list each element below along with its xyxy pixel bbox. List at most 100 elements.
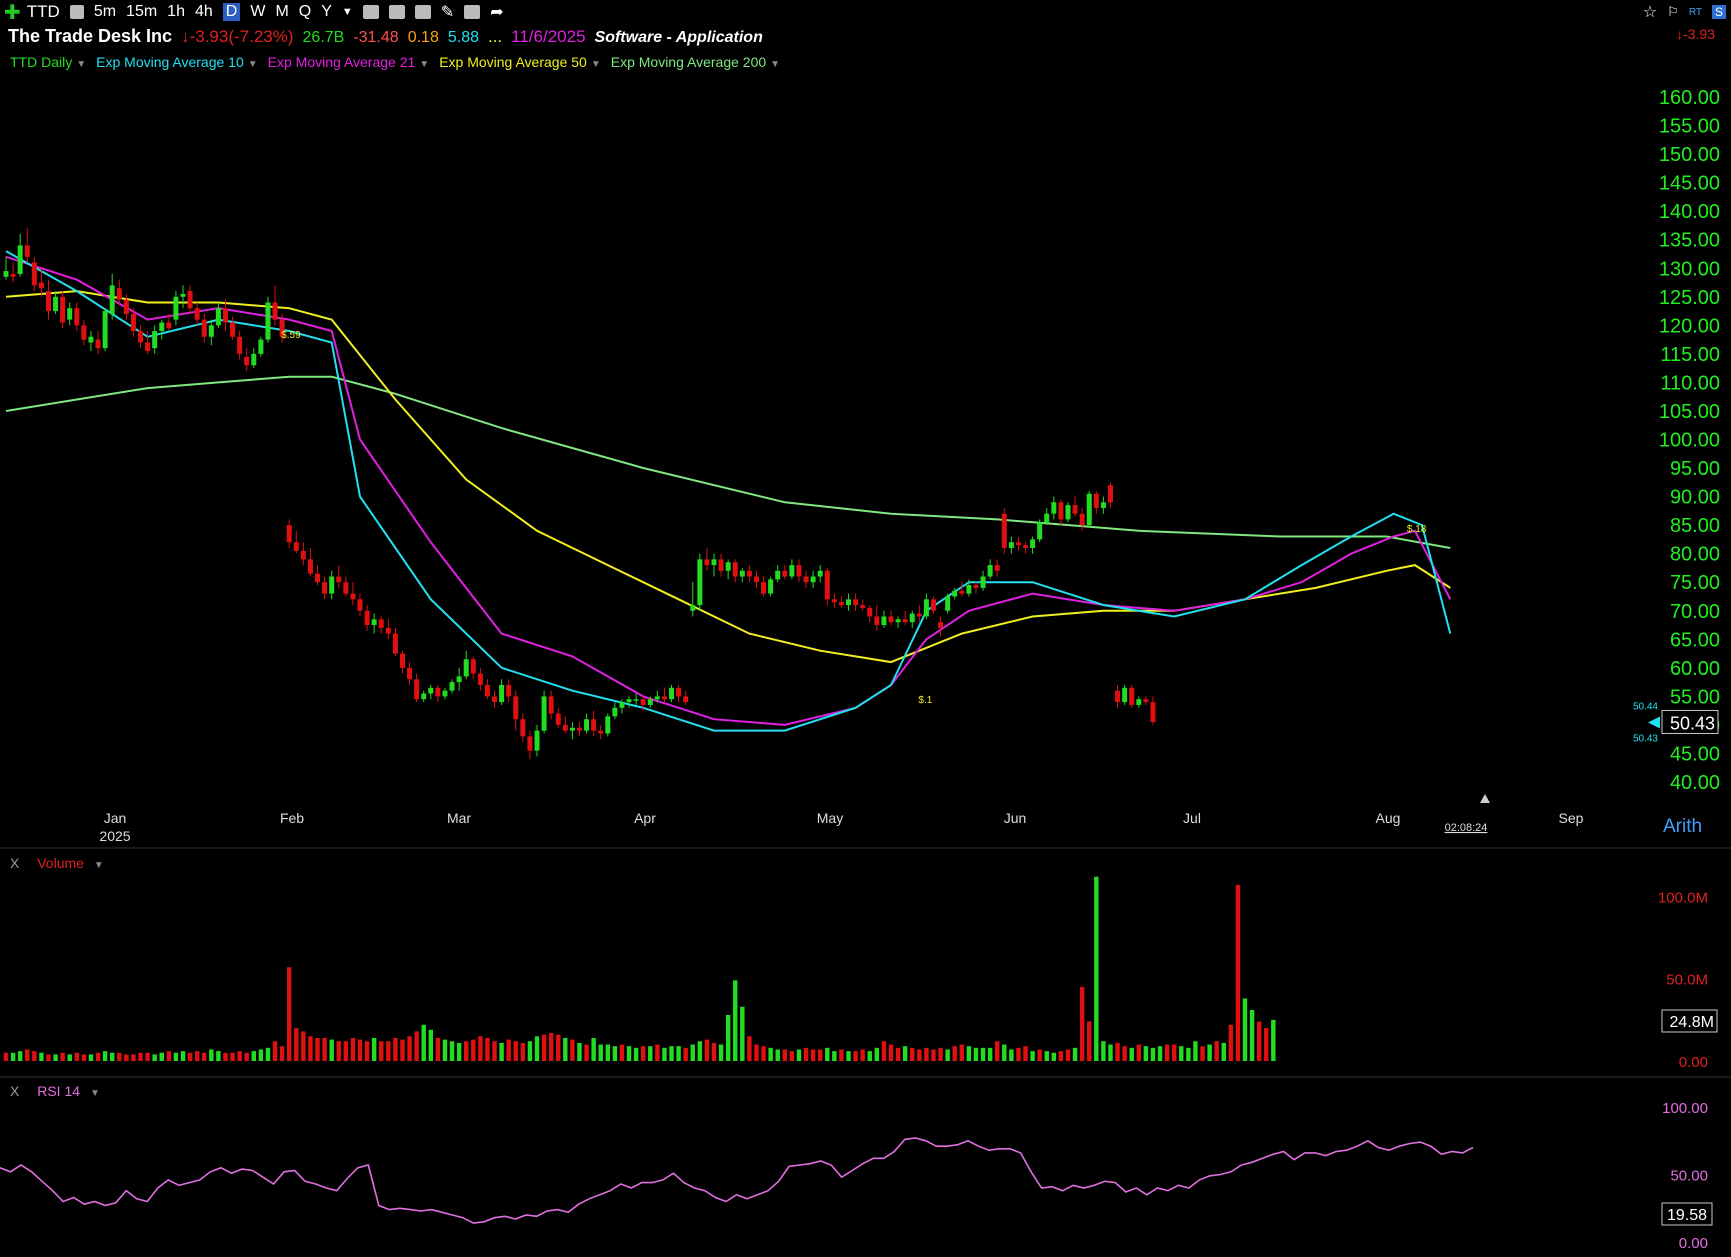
candle: [88, 336, 94, 343]
volume-tick-label: 100.0M: [1658, 889, 1708, 906]
price-tick-label: 70.00: [1670, 601, 1720, 623]
volume-bar: [513, 1041, 518, 1061]
volume-bar: [612, 1046, 618, 1061]
volume-bar: [1087, 1021, 1092, 1061]
volume-bar: [124, 1054, 129, 1061]
candle: [513, 696, 519, 720]
volume-bar: [1164, 1044, 1170, 1061]
volume-bar: [1002, 1044, 1007, 1061]
candle: [987, 565, 993, 577]
volume-bar: [1115, 1042, 1120, 1061]
candle: [138, 331, 144, 343]
volume-bar: [67, 1054, 72, 1061]
volume-bar: [548, 1033, 554, 1061]
price-tick-label: 125.00: [1659, 287, 1720, 309]
candle: [683, 696, 689, 703]
candle: [739, 570, 745, 577]
volume-bar: [810, 1049, 816, 1061]
volume-bar: [379, 1041, 384, 1061]
volume-bar: [541, 1034, 547, 1061]
candle: [782, 570, 788, 577]
price-tick-label: 80.00: [1670, 544, 1720, 566]
month-tick-label: Jul: [1183, 810, 1201, 826]
candle: [973, 585, 979, 588]
volume-bar: [1108, 1044, 1113, 1061]
candle: [484, 684, 490, 697]
chart-canvas[interactable]: $.59 $.1 $.18 160.00 155.00 150.00 145.00 140.…: [0, 0, 1731, 1257]
volume-bar: [10, 1052, 16, 1061]
candle: [1072, 505, 1078, 514]
volume-bar: [860, 1049, 865, 1061]
volume-bar: [421, 1024, 426, 1061]
candle: [1015, 542, 1021, 546]
volume-bar: [60, 1052, 65, 1061]
volume-bar: [1179, 1046, 1184, 1061]
candle: [860, 605, 866, 608]
candle: [1100, 502, 1106, 508]
candle: [647, 699, 653, 705]
volume-bar: [244, 1052, 249, 1061]
volume-bar: [1072, 1047, 1078, 1061]
candle: [180, 293, 186, 297]
candle: [640, 699, 646, 705]
volume-bar: [747, 1036, 752, 1061]
volume-bar: [265, 1047, 271, 1061]
rsi-pane: [0, 1137, 1474, 1224]
candle: [732, 562, 738, 577]
volume-bar: [718, 1044, 724, 1061]
volume-bar: [414, 1031, 419, 1061]
candle: [378, 619, 384, 628]
volume-bar: [407, 1036, 412, 1061]
ema21-line: [5, 255, 1452, 726]
candle: [173, 296, 179, 320]
price-tick-label: 100.00: [1659, 430, 1720, 452]
volume-bar: [272, 1041, 278, 1061]
candle: [1136, 699, 1142, 705]
volume-bar: [32, 1051, 37, 1061]
candle: [697, 559, 703, 606]
volume-bar: [485, 1037, 490, 1061]
candle: [194, 308, 200, 320]
volume-bar: [775, 1049, 780, 1061]
candle: [492, 696, 498, 703]
volume-bar: [1271, 1019, 1276, 1061]
bar-countdown: 02:08:24: [1445, 822, 1488, 834]
candle: [414, 679, 420, 700]
month-tick-label: Mar: [447, 810, 471, 826]
volume-bar: [1051, 1052, 1057, 1061]
volume-bar: [1228, 1024, 1234, 1061]
volume-bar: [825, 1047, 830, 1061]
volume-last-label: 24.8M: [1670, 1014, 1714, 1031]
volume-bar: [853, 1051, 858, 1061]
volume-bar: [619, 1044, 625, 1061]
countdown-marker: [1480, 794, 1490, 803]
candle: [307, 559, 313, 574]
volume-bar: [846, 1051, 851, 1061]
year-label: 2025: [99, 828, 130, 844]
volume-bar: [527, 1041, 533, 1061]
candle: [598, 730, 604, 734]
volume-bar: [1009, 1049, 1014, 1061]
volume-bar: [435, 1037, 441, 1061]
volume-bar: [3, 1052, 9, 1061]
volume-bar: [1214, 1041, 1219, 1061]
volume-bar: [506, 1039, 511, 1061]
candle: [619, 702, 625, 708]
volume-bar: [1256, 1021, 1262, 1061]
earnings-annotation: $.18: [1407, 524, 1427, 535]
candle: [831, 599, 837, 603]
volume-bar: [1101, 1041, 1106, 1061]
candle: [761, 582, 767, 594]
volume-bar: [194, 1051, 200, 1061]
candle: [300, 550, 306, 560]
price-tick-label: 120.00: [1659, 315, 1720, 337]
rsi-tick-label: 50.00: [1670, 1168, 1708, 1185]
volume-bar: [570, 1039, 575, 1061]
candle: [208, 325, 214, 337]
candle: [1107, 485, 1113, 503]
price-tick-label: 160.00: [1659, 87, 1720, 109]
price-tick-label: 40.00: [1670, 772, 1720, 794]
candle: [10, 273, 16, 277]
volume-bar: [442, 1039, 448, 1061]
candle: [1001, 513, 1007, 548]
